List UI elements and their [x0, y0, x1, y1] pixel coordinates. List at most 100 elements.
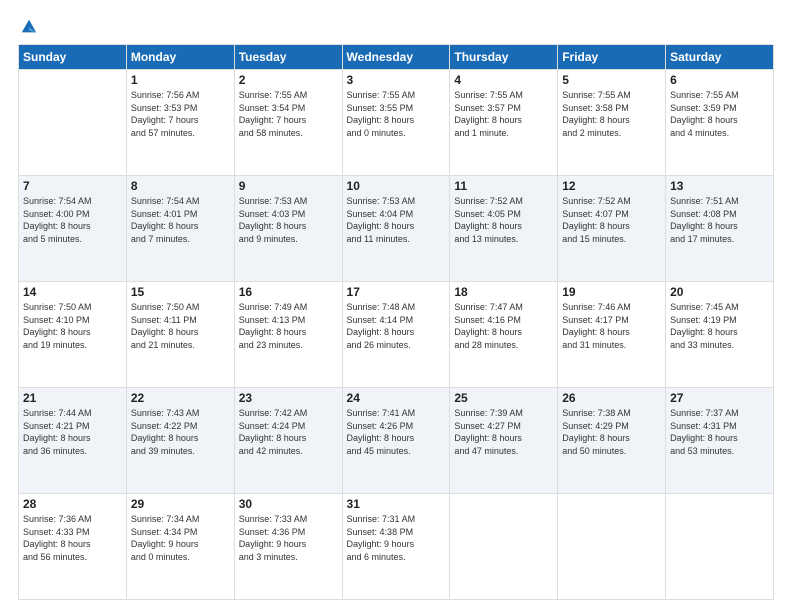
day-info: Sunrise: 7:48 AM Sunset: 4:14 PM Dayligh… [347, 301, 446, 351]
day-info: Sunrise: 7:52 AM Sunset: 4:07 PM Dayligh… [562, 195, 661, 245]
calendar-cell: 13 Sunrise: 7:51 AM Sunset: 4:08 PM Dayli… [666, 176, 774, 282]
day-number: 13 [670, 179, 769, 193]
calendar-cell: 8 Sunrise: 7:54 AM Sunset: 4:01 PM Daylig… [126, 176, 234, 282]
day-number: 12 [562, 179, 661, 193]
day-info: Sunrise: 7:56 AM Sunset: 3:53 PM Dayligh… [131, 89, 230, 139]
day-number: 25 [454, 391, 553, 405]
calendar-cell: 16 Sunrise: 7:49 AM Sunset: 4:13 PM Dayli… [234, 282, 342, 388]
calendar-cell: 23 Sunrise: 7:42 AM Sunset: 4:24 PM Dayli… [234, 388, 342, 494]
calendar-cell: 21 Sunrise: 7:44 AM Sunset: 4:21 PM Dayli… [19, 388, 127, 494]
day-info: Sunrise: 7:43 AM Sunset: 4:22 PM Dayligh… [131, 407, 230, 457]
day-number: 4 [454, 73, 553, 87]
day-info: Sunrise: 7:52 AM Sunset: 4:05 PM Dayligh… [454, 195, 553, 245]
calendar-cell: 14 Sunrise: 7:50 AM Sunset: 4:10 PM Dayli… [19, 282, 127, 388]
day-info: Sunrise: 7:42 AM Sunset: 4:24 PM Dayligh… [239, 407, 338, 457]
day-header-saturday: Saturday [666, 45, 774, 70]
day-info: Sunrise: 7:45 AM Sunset: 4:19 PM Dayligh… [670, 301, 769, 351]
day-info: Sunrise: 7:53 AM Sunset: 4:04 PM Dayligh… [347, 195, 446, 245]
day-number: 9 [239, 179, 338, 193]
calendar-week-row: 1Sunrise: 7:56 AM Sunset: 3:53 PM Daylig… [19, 70, 774, 176]
calendar-cell: 2 Sunrise: 7:55 AM Sunset: 3:54 PM Daylig… [234, 70, 342, 176]
day-info: Sunrise: 7:44 AM Sunset: 4:21 PM Dayligh… [23, 407, 122, 457]
day-number: 21 [23, 391, 122, 405]
day-info: Sunrise: 7:54 AM Sunset: 4:00 PM Dayligh… [23, 195, 122, 245]
day-info: Sunrise: 7:46 AM Sunset: 4:17 PM Dayligh… [562, 301, 661, 351]
calendar-cell: 9 Sunrise: 7:53 AM Sunset: 4:03 PM Daylig… [234, 176, 342, 282]
day-info: Sunrise: 7:41 AM Sunset: 4:26 PM Dayligh… [347, 407, 446, 457]
day-info: Sunrise: 7:55 AM Sunset: 3:57 PM Dayligh… [454, 89, 553, 139]
day-info: Sunrise: 7:49 AM Sunset: 4:13 PM Dayligh… [239, 301, 338, 351]
calendar-cell: 24Sunrise: 7:41 AM Sunset: 4:26 PM Dayli… [342, 388, 450, 494]
day-number: 29 [131, 497, 230, 511]
day-info: Sunrise: 7:53 AM Sunset: 4:03 PM Dayligh… [239, 195, 338, 245]
day-header-thursday: Thursday [450, 45, 558, 70]
page: SundayMondayTuesdayWednesdayThursdayFrid… [0, 0, 792, 612]
day-number: 11 [454, 179, 553, 193]
day-number: 10 [347, 179, 446, 193]
day-info: Sunrise: 7:55 AM Sunset: 3:58 PM Dayligh… [562, 89, 661, 139]
day-number: 8 [131, 179, 230, 193]
day-number: 7 [23, 179, 122, 193]
logo [18, 18, 38, 34]
calendar-cell [450, 494, 558, 600]
calendar-cell: 10 Sunrise: 7:53 AM Sunset: 4:04 PM Dayli… [342, 176, 450, 282]
calendar-cell: 26 Sunrise: 7:38 AM Sunset: 4:29 PM Dayli… [558, 388, 666, 494]
calendar-week-row: 21 Sunrise: 7:44 AM Sunset: 4:21 PM Dayli… [19, 388, 774, 494]
calendar-week-row: 7 Sunrise: 7:54 AM Sunset: 4:00 PM Daylig… [19, 176, 774, 282]
calendar-cell: 7 Sunrise: 7:54 AM Sunset: 4:00 PM Daylig… [19, 176, 127, 282]
day-number: 22 [131, 391, 230, 405]
day-number: 26 [562, 391, 661, 405]
day-info: Sunrise: 7:36 AM Sunset: 4:33 PM Dayligh… [23, 513, 122, 563]
calendar-header-row: SundayMondayTuesdayWednesdayThursdayFrid… [19, 45, 774, 70]
calendar-cell: 17Sunrise: 7:48 AM Sunset: 4:14 PM Dayli… [342, 282, 450, 388]
calendar-cell [19, 70, 127, 176]
calendar-cell: 29Sunrise: 7:34 AM Sunset: 4:34 PM Dayli… [126, 494, 234, 600]
day-number: 20 [670, 285, 769, 299]
calendar-cell: 25 Sunrise: 7:39 AM Sunset: 4:27 PM Dayli… [450, 388, 558, 494]
day-info: Sunrise: 7:37 AM Sunset: 4:31 PM Dayligh… [670, 407, 769, 457]
day-info: Sunrise: 7:38 AM Sunset: 4:29 PM Dayligh… [562, 407, 661, 457]
day-number: 2 [239, 73, 338, 87]
header [18, 18, 774, 34]
calendar-cell: 22 Sunrise: 7:43 AM Sunset: 4:22 PM Dayli… [126, 388, 234, 494]
day-number: 14 [23, 285, 122, 299]
day-number: 6 [670, 73, 769, 87]
calendar-cell: 5 Sunrise: 7:55 AM Sunset: 3:58 PM Daylig… [558, 70, 666, 176]
calendar-cell: 20 Sunrise: 7:45 AM Sunset: 4:19 PM Dayli… [666, 282, 774, 388]
calendar-cell [558, 494, 666, 600]
calendar-cell: 4 Sunrise: 7:55 AM Sunset: 3:57 PM Daylig… [450, 70, 558, 176]
calendar-cell: 19Sunrise: 7:46 AM Sunset: 4:17 PM Dayli… [558, 282, 666, 388]
day-header-sunday: Sunday [19, 45, 127, 70]
day-info: Sunrise: 7:55 AM Sunset: 3:59 PM Dayligh… [670, 89, 769, 139]
calendar-table: SundayMondayTuesdayWednesdayThursdayFrid… [18, 44, 774, 600]
day-header-monday: Monday [126, 45, 234, 70]
day-header-friday: Friday [558, 45, 666, 70]
day-number: 5 [562, 73, 661, 87]
calendar-cell [666, 494, 774, 600]
day-info: Sunrise: 7:55 AM Sunset: 3:54 PM Dayligh… [239, 89, 338, 139]
calendar-week-row: 14 Sunrise: 7:50 AM Sunset: 4:10 PM Dayli… [19, 282, 774, 388]
logo-icon [20, 18, 38, 36]
calendar-cell: 11 Sunrise: 7:52 AM Sunset: 4:05 PM Dayli… [450, 176, 558, 282]
day-number: 23 [239, 391, 338, 405]
day-info: Sunrise: 7:33 AM Sunset: 4:36 PM Dayligh… [239, 513, 338, 563]
day-info: Sunrise: 7:50 AM Sunset: 4:11 PM Dayligh… [131, 301, 230, 351]
calendar-cell: 15 Sunrise: 7:50 AM Sunset: 4:11 PM Dayli… [126, 282, 234, 388]
day-number: 31 [347, 497, 446, 511]
day-header-tuesday: Tuesday [234, 45, 342, 70]
calendar-cell: 1Sunrise: 7:56 AM Sunset: 3:53 PM Daylig… [126, 70, 234, 176]
calendar-cell: 28Sunrise: 7:36 AM Sunset: 4:33 PM Dayli… [19, 494, 127, 600]
day-number: 16 [239, 285, 338, 299]
day-number: 30 [239, 497, 338, 511]
day-info: Sunrise: 7:47 AM Sunset: 4:16 PM Dayligh… [454, 301, 553, 351]
day-info: Sunrise: 7:51 AM Sunset: 4:08 PM Dayligh… [670, 195, 769, 245]
calendar-cell: 12 Sunrise: 7:52 AM Sunset: 4:07 PM Dayli… [558, 176, 666, 282]
day-info: Sunrise: 7:39 AM Sunset: 4:27 PM Dayligh… [454, 407, 553, 457]
day-number: 3 [347, 73, 446, 87]
day-info: Sunrise: 7:54 AM Sunset: 4:01 PM Dayligh… [131, 195, 230, 245]
calendar-week-row: 28Sunrise: 7:36 AM Sunset: 4:33 PM Dayli… [19, 494, 774, 600]
day-header-wednesday: Wednesday [342, 45, 450, 70]
calendar-cell: 6 Sunrise: 7:55 AM Sunset: 3:59 PM Daylig… [666, 70, 774, 176]
day-number: 15 [131, 285, 230, 299]
day-info: Sunrise: 7:50 AM Sunset: 4:10 PM Dayligh… [23, 301, 122, 351]
